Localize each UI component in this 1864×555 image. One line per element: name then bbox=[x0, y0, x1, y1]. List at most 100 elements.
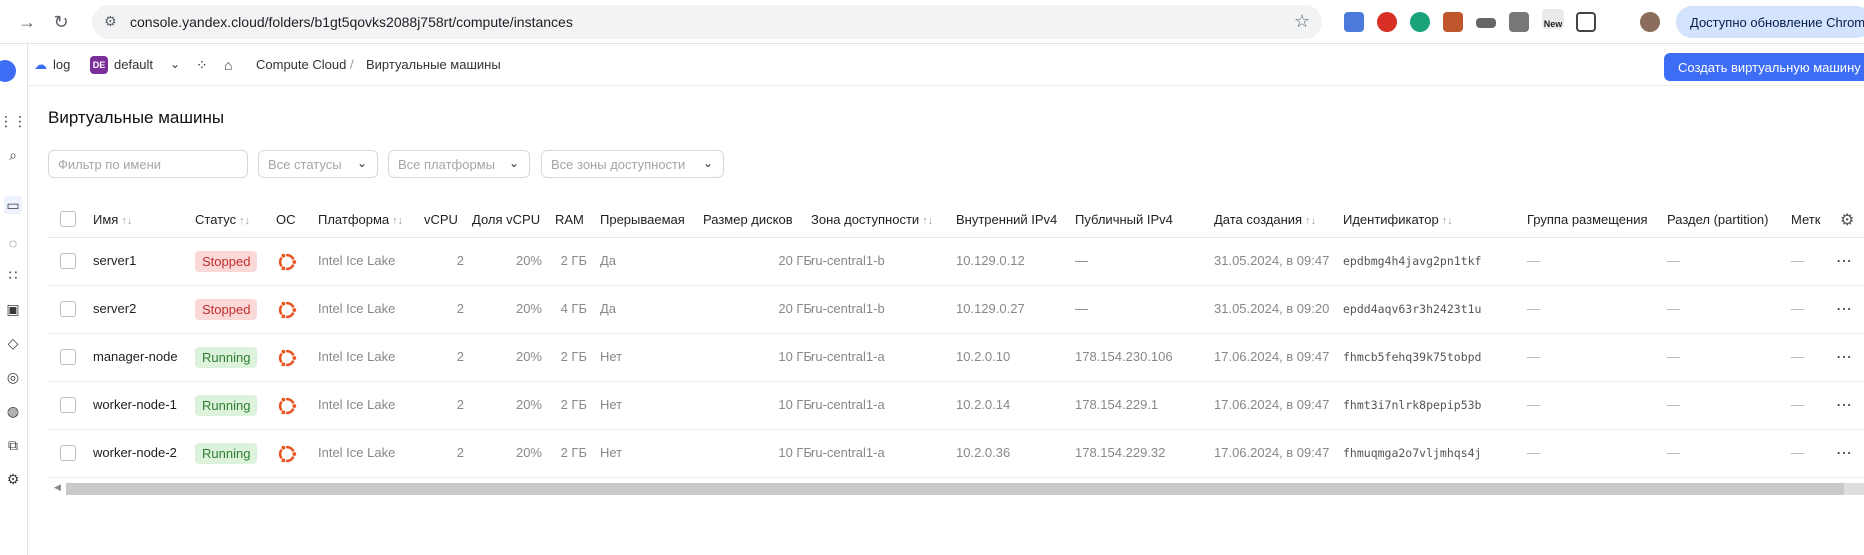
home-icon[interactable]: ⌂ bbox=[224, 57, 232, 73]
settings-nav-icon[interactable]: ⚙ bbox=[4, 470, 22, 488]
column-header-ram: RAM bbox=[555, 212, 584, 227]
more-dots-icon[interactable]: ⋯ bbox=[1836, 251, 1853, 271]
url-text[interactable]: console.yandex.cloud/folders/b1gt5qovks2… bbox=[130, 14, 573, 30]
chrome-update-button[interactable]: Доступно обновление Chrome bbox=[1676, 6, 1864, 38]
cloud-name[interactable]: log bbox=[53, 57, 70, 72]
row-checkbox[interactable] bbox=[60, 445, 76, 461]
instance-id-cell[interactable]: fhmt3i7nlrk8pepip53b bbox=[1343, 398, 1481, 412]
profile-avatar[interactable] bbox=[1640, 12, 1660, 32]
instances-nav-icon[interactable]: ▭ bbox=[4, 196, 22, 214]
platform-cell: Intel Ice Lake bbox=[318, 253, 396, 268]
internal-ip-cell: 10.2.0.10 bbox=[956, 349, 1011, 364]
scroll-left-icon[interactable]: ◀ bbox=[54, 482, 61, 493]
table-row[interactable]: worker-node-2 Running Intel Ice Lake 2 20% 2 … bbox=[48, 430, 1864, 478]
hat-extension-icon[interactable] bbox=[1476, 18, 1496, 28]
vcpu-share-cell: 20% bbox=[515, 301, 542, 316]
internal-ip-cell: 10.129.0.12 bbox=[956, 253, 1025, 268]
platform-filter-select[interactable]: Все платформы ⌄ bbox=[388, 150, 530, 178]
platform-cell: Intel Ice Lake bbox=[318, 301, 396, 316]
row-checkbox[interactable] bbox=[60, 301, 76, 317]
table-row[interactable]: server2 Stopped Intel Ice Lake 2 20% 4 ГБ Да 20… bbox=[48, 286, 1864, 334]
preemptible-cell: Да bbox=[600, 253, 617, 268]
vcpu-share-cell: 20% bbox=[515, 445, 542, 460]
more-dots-icon[interactable]: ⋯ bbox=[1836, 299, 1853, 319]
row-checkbox[interactable] bbox=[60, 397, 76, 413]
status-badge: Running bbox=[195, 395, 258, 416]
created-date-cell: 31.05.2024, в 09:20 bbox=[1214, 301, 1330, 316]
sort-arrows-icon: ↑↓ bbox=[121, 215, 133, 227]
filesystems-nav-icon[interactable]: ⧉ bbox=[4, 436, 22, 454]
row-checkbox[interactable] bbox=[60, 349, 76, 365]
column-header-status[interactable]: Статус ↑↓ bbox=[195, 212, 250, 227]
select-all-checkbox[interactable] bbox=[60, 211, 76, 227]
zone-filter-select[interactable]: Все зоны доступности ⌄ bbox=[541, 150, 724, 178]
column-header-zone-label: Зона доступности bbox=[811, 212, 920, 227]
partition-cell: — bbox=[1667, 445, 1680, 460]
placement-nav-icon[interactable]: ◎ bbox=[4, 368, 22, 386]
column-header-disk-size: Размер дисков bbox=[703, 212, 793, 227]
column-header-id[interactable]: Идентификатор ↑↓ bbox=[1343, 212, 1453, 227]
vm-name-link[interactable]: manager-node bbox=[93, 349, 178, 364]
instance-id-cell[interactable]: epdbmg4h4javg2pn1tkf bbox=[1343, 254, 1481, 268]
bookmark-star-icon[interactable]: ☆ bbox=[1294, 11, 1310, 32]
create-vm-button[interactable]: Создать виртуальную машину bbox=[1664, 53, 1864, 81]
status-filter-select[interactable]: Все статусы ⌄ bbox=[258, 150, 378, 178]
platform-cell: Intel Ice Lake bbox=[318, 397, 396, 412]
vcpu-cell: 2 bbox=[456, 301, 464, 316]
table-row[interactable]: worker-node-1 Running Intel Ice Lake 2 20% 2 … bbox=[48, 382, 1864, 430]
instance-id-cell[interactable]: epdd4aqv63r3h2423t1u bbox=[1343, 302, 1481, 316]
column-header-created[interactable]: Дата создания ↑↓ bbox=[1214, 212, 1316, 227]
table-row[interactable]: server1 Stopped Intel Ice Lake 2 20% 2 ГБ Да 20… bbox=[48, 238, 1864, 286]
extensions-puzzle-icon[interactable] bbox=[1576, 12, 1596, 32]
vcpu-share-cell: 20% bbox=[515, 253, 542, 268]
adblock-extension-icon[interactable] bbox=[1377, 12, 1397, 32]
groups-nav-icon[interactable]: ∷ bbox=[4, 266, 22, 284]
vm-name-link[interactable]: server1 bbox=[93, 253, 136, 268]
vm-name-link[interactable]: server2 bbox=[93, 301, 136, 316]
yandex-cloud-logo-icon[interactable] bbox=[0, 60, 16, 82]
translate-extension-icon[interactable] bbox=[1344, 12, 1364, 32]
more-dots-icon[interactable]: ⋯ bbox=[1836, 347, 1853, 367]
row-checkbox[interactable] bbox=[60, 253, 76, 269]
name-filter-input[interactable]: Фильтр по имени bbox=[48, 150, 248, 178]
cloud-icon[interactable]: ☁ bbox=[34, 57, 47, 73]
instance-id-cell[interactable]: fhmuqmga2o7vljmhqs4j bbox=[1343, 446, 1481, 460]
sort-arrows-icon: ↑↓ bbox=[239, 215, 251, 227]
breadcrumb-current: Виртуальные машины bbox=[366, 57, 501, 72]
services-grid-icon[interactable]: ⋮⋮ bbox=[0, 112, 27, 130]
column-header-name[interactable]: Имя ↑↓ bbox=[93, 212, 132, 227]
horizontal-scrollbar[interactable] bbox=[66, 483, 1864, 495]
site-info-icon[interactable]: ⚙ bbox=[104, 13, 122, 31]
breadcrumb-service[interactable]: Compute Cloud bbox=[256, 57, 346, 72]
shield-extension-icon[interactable] bbox=[1410, 12, 1430, 32]
snapshots-nav-icon[interactable]: ◇ bbox=[4, 334, 22, 352]
column-header-public-ip: Публичный IPv4 bbox=[1075, 212, 1173, 227]
partition-cell: — bbox=[1667, 397, 1680, 412]
column-header-platform[interactable]: Платформа ↑↓ bbox=[318, 212, 403, 227]
column-header-status-label: Статус bbox=[195, 212, 237, 227]
service-switcher-icon[interactable]: ⁘ bbox=[196, 57, 208, 74]
platform-cell: Intel Ice Lake bbox=[318, 445, 396, 460]
disks-nav-icon[interactable]: ◌ bbox=[4, 234, 22, 252]
table-row[interactable]: manager-node Running Intel Ice Lake 2 20% 2 Г… bbox=[48, 334, 1864, 382]
horizontal-scrollbar-thumb[interactable] bbox=[66, 483, 1844, 495]
images-nav-icon[interactable]: ▣ bbox=[4, 300, 22, 318]
instance-id-cell[interactable]: fhmcb5fehq39k75tobpd bbox=[1343, 350, 1481, 364]
reload-button[interactable]: ↻ bbox=[48, 9, 74, 35]
folder-name[interactable]: default bbox=[114, 57, 153, 72]
more-dots-icon[interactable]: ⋯ bbox=[1836, 443, 1853, 463]
search-icon[interactable]: ⌕ bbox=[4, 146, 22, 164]
keep-extension-icon[interactable] bbox=[1509, 12, 1529, 32]
vm-name-link[interactable]: worker-node-2 bbox=[93, 445, 177, 460]
new-extension-icon[interactable]: New bbox=[1542, 9, 1564, 29]
chevron-down-icon[interactable]: ⌄ bbox=[170, 57, 180, 71]
cookie-extension-icon[interactable] bbox=[1443, 12, 1463, 32]
forward-button[interactable]: → bbox=[14, 9, 40, 35]
more-dots-icon[interactable]: ⋯ bbox=[1836, 395, 1853, 415]
vm-name-link[interactable]: worker-node-1 bbox=[93, 397, 177, 412]
column-header-zone[interactable]: Зона доступности ↑↓ bbox=[811, 212, 933, 227]
dedicated-hosts-nav-icon[interactable]: ◍ bbox=[4, 402, 22, 420]
disk-size-cell: 20 ГБ bbox=[778, 301, 812, 316]
gear-icon[interactable]: ⚙ bbox=[1840, 210, 1854, 230]
address-bar[interactable]: ⚙ console.yandex.cloud/folders/b1gt5qovk… bbox=[92, 5, 1322, 39]
